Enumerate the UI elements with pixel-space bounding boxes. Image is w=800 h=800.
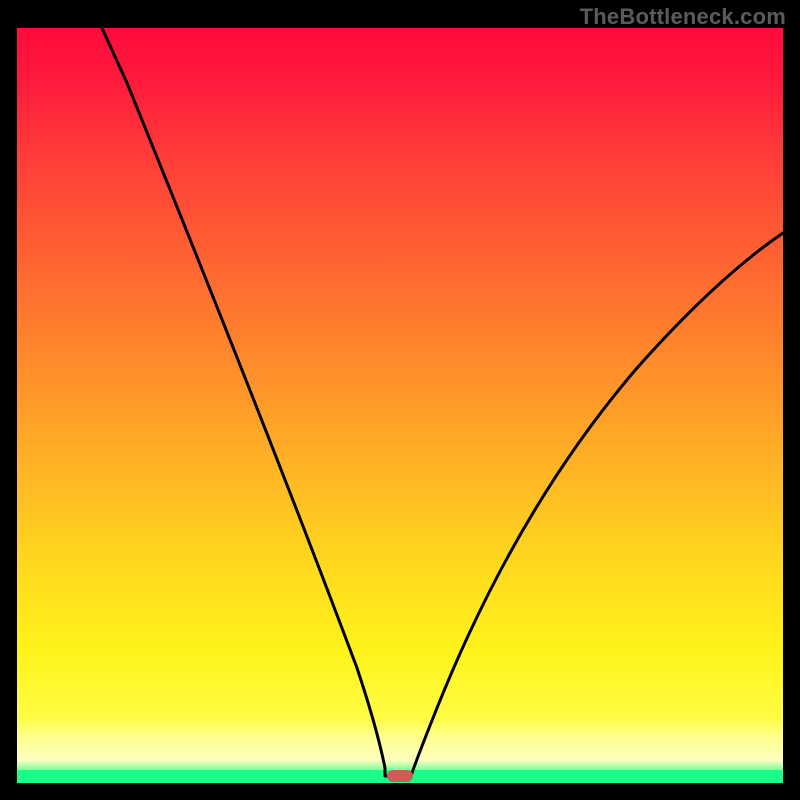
curve-path	[102, 28, 783, 776]
plot-area	[17, 28, 783, 783]
watermark-text: TheBottleneck.com	[580, 4, 786, 30]
chart-frame: TheBottleneck.com	[0, 0, 800, 800]
bottleneck-curve	[17, 28, 783, 783]
minimum-marker	[387, 770, 413, 782]
